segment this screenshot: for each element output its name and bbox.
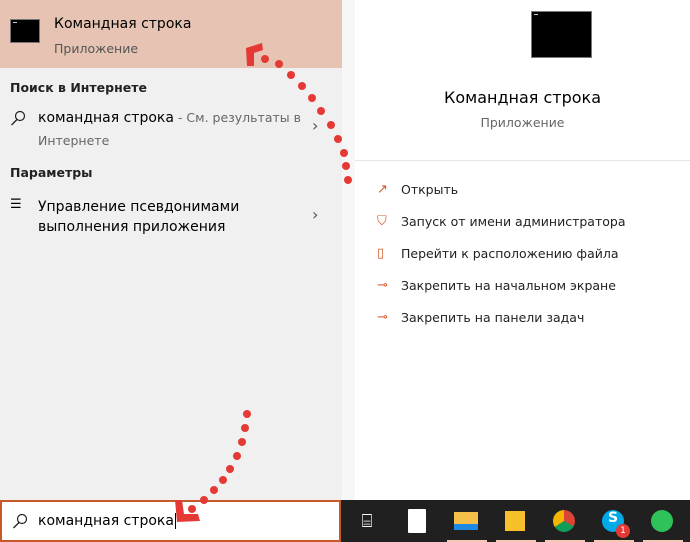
annotation-arrows [175,43,352,522]
arrow-to-best-match [246,43,352,184]
arrow-to-search-box [175,410,251,522]
